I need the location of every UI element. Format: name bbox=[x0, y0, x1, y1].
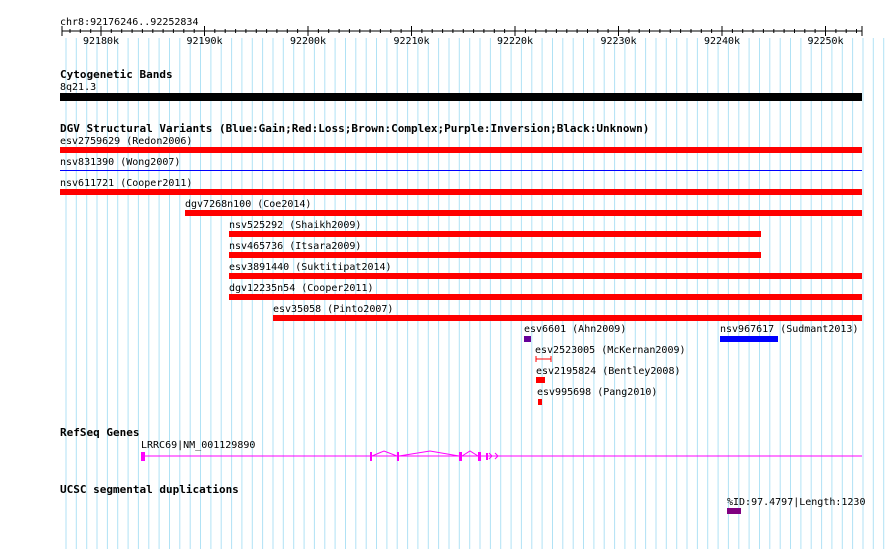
dgv-feature-bar[interactable] bbox=[273, 315, 862, 321]
dgv-feature-label: nsv831390 (Wong2007) bbox=[60, 157, 180, 168]
dgv-feature-label: esv2523005 (McKernan2009) bbox=[535, 345, 686, 356]
segdup-track[interactable]: UCSC segmental duplications %ID:97.4797|… bbox=[60, 483, 865, 514]
ruler-tick-label: 92230k bbox=[600, 36, 636, 47]
dgv-feature[interactable]: nsv525292 (Shaikh2009) bbox=[229, 220, 761, 237]
dgv-feature-bar[interactable] bbox=[524, 336, 531, 342]
dgv-feature-label: esv995698 (Pang2010) bbox=[537, 387, 657, 398]
dgv-feature-bar[interactable] bbox=[229, 294, 862, 300]
dgv-feature-label: esv35058 (Pinto2007) bbox=[273, 304, 393, 315]
dgv-feature[interactable]: esv6601 (Ahn2009) bbox=[524, 324, 626, 342]
dgv-feature-label: esv2195824 (Bentley2008) bbox=[536, 366, 681, 377]
dgv-feature[interactable]: esv35058 (Pinto2007) bbox=[273, 304, 862, 321]
dgv-feature-label: dgv7268n100 (Coe2014) bbox=[185, 199, 311, 210]
cytoband-track-title: Cytogenetic Bands bbox=[60, 68, 173, 81]
gene-label: LRRC69|NM_001129890 bbox=[141, 440, 255, 451]
dgv-feature-label: esv6601 (Ahn2009) bbox=[524, 324, 626, 335]
dgv-feature[interactable]: esv2195824 (Bentley2008) bbox=[536, 366, 681, 383]
dgv-feature-label: esv3891440 (Suktitipat2014) bbox=[229, 262, 392, 273]
cytoband-label: 8q21.3 bbox=[60, 82, 96, 93]
dgv-feature-label: nsv525292 (Shaikh2009) bbox=[229, 220, 361, 231]
dgv-feature[interactable]: esv2523005 (McKernan2009) bbox=[535, 345, 686, 362]
browser-canvas: chr8:92176246..92252834 92180k 92190k 9220… bbox=[60, 17, 885, 549]
genome-browser: chr8:92176246..92252834 92180k 92190k 9220… bbox=[0, 0, 890, 549]
dgv-feature-label: nsv465736 (Itsara2009) bbox=[229, 241, 361, 252]
dgv-feature-bar[interactable] bbox=[229, 231, 761, 237]
dgv-feature[interactable]: esv2759629 (Redon2006) bbox=[60, 136, 862, 153]
segdup-track-title: UCSC segmental duplications bbox=[60, 483, 239, 496]
dgv-feature-bar[interactable] bbox=[538, 399, 542, 405]
ruler-ticks: 92180k 92190k 92200k 92210k 92220k 92230k 9224… bbox=[69, 26, 857, 47]
ruler-range-label: chr8:92176246..92252834 bbox=[60, 17, 198, 28]
dgv-track-title: DGV Structural Variants (Blue:Gain;Red:L… bbox=[60, 122, 649, 135]
ruler-tick-label: 92180k bbox=[83, 36, 119, 47]
dgv-feature[interactable]: nsv611721 (Cooper2011) bbox=[60, 178, 862, 195]
cytoband-bar[interactable] bbox=[60, 93, 862, 101]
segdup-feature-label: %ID:97.4797|Length:1230 bbox=[727, 497, 865, 508]
dgv-feature-label: nsv611721 (Cooper2011) bbox=[60, 178, 192, 189]
dgv-feature[interactable]: nsv465736 (Itsara2009) bbox=[229, 241, 761, 258]
gene-model[interactable] bbox=[141, 450, 862, 461]
dgv-feature-bar[interactable] bbox=[229, 273, 862, 279]
dgv-feature[interactable]: dgv7268n100 (Coe2014) bbox=[185, 199, 862, 216]
ruler-tick-label: 92210k bbox=[393, 36, 429, 47]
refseq-track-title: RefSeq Genes bbox=[60, 426, 139, 439]
dgv-feature[interactable]: dgv12235n54 (Cooper2011) bbox=[229, 283, 862, 300]
dgv-feature-label: dgv12235n54 (Cooper2011) bbox=[229, 283, 374, 294]
dgv-feature-span[interactable] bbox=[535, 356, 552, 362]
ruler-tick-label: 92190k bbox=[186, 36, 222, 47]
dgv-feature-bar[interactable] bbox=[720, 336, 778, 342]
dgv-feature[interactable]: esv3891440 (Suktitipat2014) bbox=[229, 262, 862, 279]
dgv-feature-bar[interactable] bbox=[60, 189, 862, 195]
dgv-feature[interactable]: esv995698 (Pang2010) bbox=[537, 387, 657, 405]
dgv-feature-bar[interactable] bbox=[60, 170, 862, 171]
ruler-tick-label: 92250k bbox=[807, 36, 843, 47]
grid-lines bbox=[65, 38, 885, 549]
ruler-tick-label: 92200k bbox=[290, 36, 326, 47]
dgv-feature[interactable]: nsv967617 (Sudmant2013) bbox=[720, 324, 858, 342]
ruler-tick-label: 92240k bbox=[704, 36, 740, 47]
ruler-tick-label: 92220k bbox=[497, 36, 533, 47]
dgv-feature-bar[interactable] bbox=[185, 210, 862, 216]
segdup-feature-bar[interactable] bbox=[727, 508, 741, 514]
dgv-feature-label: esv2759629 (Redon2006) bbox=[60, 136, 192, 147]
dgv-feature-bar[interactable] bbox=[536, 377, 545, 383]
dgv-feature-label: nsv967617 (Sudmant2013) bbox=[720, 324, 858, 335]
dgv-feature-bar[interactable] bbox=[229, 252, 761, 258]
dgv-feature-bar[interactable] bbox=[60, 147, 862, 153]
